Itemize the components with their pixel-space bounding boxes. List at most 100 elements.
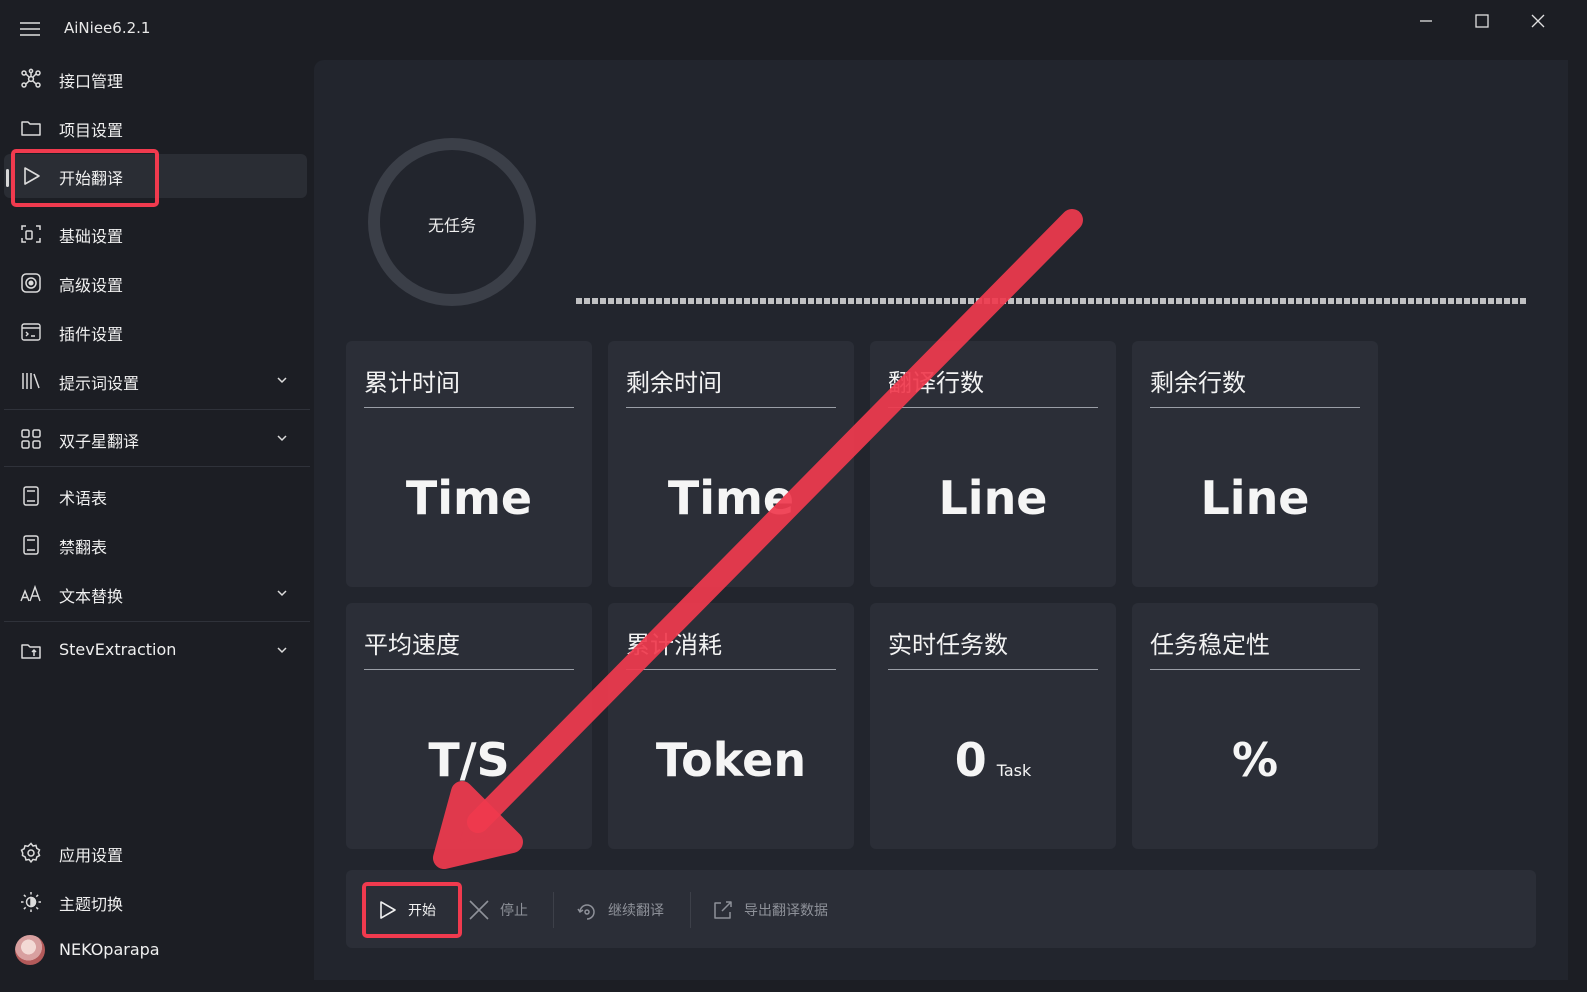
sidebar-item-prompt-settings[interactable]: 提示词设置	[4, 359, 307, 403]
card-task-stability: 任务稳定性 %	[1132, 603, 1378, 849]
card-divider	[364, 669, 574, 670]
ring-status-label: 无任务	[427, 216, 476, 235]
sidebar-item-basic-settings[interactable]: 基础设置	[4, 212, 307, 256]
book-icon	[23, 535, 39, 555]
sidebar-item-label: 文本替换	[59, 587, 124, 606]
card-title: 累计时间	[364, 369, 460, 397]
folder-icon	[21, 121, 41, 136]
card-title: 剩余行数	[1150, 369, 1246, 397]
highlight-box-start	[362, 882, 462, 938]
sidebar-item-theme-toggle[interactable]: 主题切换	[4, 880, 307, 924]
sidebar-item-text-replace[interactable]: 文本替换	[4, 572, 307, 616]
folder-export-icon	[21, 644, 41, 659]
sidebar-item-user[interactable]: NEKOparapa	[4, 929, 307, 973]
card-divider	[888, 669, 1098, 670]
active-indicator	[6, 169, 9, 187]
card-value: 0	[954, 733, 987, 787]
command-separator	[553, 892, 554, 928]
apps-grid-icon	[21, 429, 41, 449]
card-divider	[364, 407, 574, 408]
sidebar-item-label: 提示词设置	[59, 374, 140, 393]
card-divider	[626, 669, 836, 670]
continue-button-label: 继续翻译	[608, 903, 664, 919]
chevron-down-icon	[277, 377, 287, 384]
card-remaining-lines: 剩余行数 Line	[1132, 341, 1378, 587]
library-icon	[22, 373, 40, 389]
card-average-speed: 平均速度 T/S	[346, 603, 592, 849]
chevron-down-icon	[277, 647, 287, 654]
card-remaining-time: 剩余时间 Time	[608, 341, 854, 587]
card-unit: Task	[996, 761, 1032, 780]
sidebar-item-label: StevExtraction	[59, 640, 177, 659]
font-size-icon	[20, 584, 41, 602]
close-icon[interactable]	[1510, 6, 1566, 36]
chevron-down-icon	[277, 435, 287, 442]
card-title: 翻译行数	[888, 369, 984, 397]
card-value: Token	[655, 733, 807, 787]
console-icon	[21, 323, 41, 341]
card-value: T/S	[428, 733, 510, 787]
rotate-icon	[577, 904, 595, 920]
sidebar-item-no-translate-list[interactable]: 禁翻表	[4, 523, 307, 567]
card-divider	[1150, 407, 1360, 408]
card-divider	[1150, 669, 1360, 670]
sidebar-item-label: 基础设置	[59, 227, 124, 246]
sidebar-separator	[4, 621, 310, 622]
card-realtime-tasks: 实时任务数 0 Task	[870, 603, 1116, 849]
sidebar-item-stevextraction[interactable]: StevExtraction	[4, 629, 307, 673]
app-title: AiNiee6.2.1	[64, 19, 151, 37]
sidebar-separator	[4, 466, 310, 467]
sidebar-item-plugin-settings[interactable]: 插件设置	[4, 310, 307, 354]
sidebar-item-label: 接口管理	[59, 72, 124, 91]
card-translated-lines: 翻译行数 Line	[870, 341, 1116, 587]
card-title: 平均速度	[364, 631, 460, 659]
sidebar-item-label: 术语表	[59, 489, 108, 508]
sidebar-item-label: 应用设置	[59, 846, 124, 865]
highlight-box-sidebar	[11, 149, 159, 207]
card-title: 累计消耗	[626, 631, 722, 659]
title-bar: AiNiee6.2.1	[0, 0, 1568, 58]
chevron-down-icon	[277, 590, 287, 597]
layout-icon	[21, 225, 41, 243]
card-value: Line	[1200, 471, 1310, 525]
avatar[interactable]	[15, 935, 45, 965]
card-divider	[626, 407, 836, 408]
card-value: %	[1231, 733, 1279, 787]
card-title: 剩余时间	[626, 369, 722, 397]
close-icon	[469, 900, 489, 920]
sidebar-item-glossary[interactable]: 术语表	[4, 474, 307, 518]
export-button-label: 导出翻译数据	[744, 903, 828, 919]
stop-button[interactable]: 停止	[468, 894, 528, 926]
brightness-icon	[21, 892, 41, 912]
card-title: 任务稳定性	[1150, 631, 1270, 659]
card-value: Line	[938, 471, 1048, 525]
network-icon	[21, 68, 41, 88]
share-icon	[714, 901, 732, 919]
minimize-icon[interactable]	[1398, 6, 1454, 36]
sidebar-item-advanced-settings[interactable]: 高级设置	[4, 261, 307, 305]
stop-button-label: 停止	[500, 903, 528, 919]
username: NEKOparapa	[59, 940, 160, 959]
sidebar-item-api-management[interactable]: 接口管理	[4, 57, 307, 101]
progress-wave	[576, 298, 1528, 304]
sidebar-item-app-settings[interactable]: 应用设置	[4, 831, 307, 875]
sidebar-item-label: 禁翻表	[59, 538, 108, 557]
card-title: 实时任务数	[888, 631, 1008, 659]
sidebar-item-project-settings[interactable]: 项目设置	[4, 106, 307, 150]
export-data-button[interactable]: 导出翻译数据	[712, 894, 828, 926]
sidebar-item-label: 主题切换	[59, 895, 124, 914]
sidebar-item-label: 插件设置	[59, 325, 124, 344]
target-icon	[21, 273, 41, 293]
book-icon	[23, 486, 39, 506]
card-total-consumption: 累计消耗 Token	[608, 603, 854, 849]
command-bar: 开始 停止 继续翻译 导出翻译数据	[346, 870, 1536, 948]
sidebar-item-gemini-translation[interactable]: 双子星翻译	[4, 417, 307, 461]
maximize-icon[interactable]	[1454, 6, 1510, 36]
sidebar-item-label: 双子星翻译	[59, 432, 140, 451]
command-separator	[690, 892, 691, 928]
continue-translation-button[interactable]: 继续翻译	[576, 894, 664, 926]
hamburger-menu-icon[interactable]	[14, 14, 46, 44]
card-elapsed-time: 累计时间 Time	[346, 341, 592, 587]
sidebar-item-label: 项目设置	[59, 121, 124, 140]
sidebar-item-label: 高级设置	[59, 276, 124, 295]
